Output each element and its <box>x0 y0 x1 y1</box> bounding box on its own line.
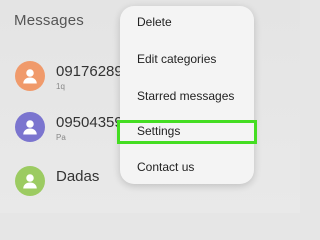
settings-highlight-box <box>117 120 257 144</box>
conversation-name: 09504359 <box>56 114 123 131</box>
contact-avatar-icon <box>15 166 45 196</box>
menu-item-delete[interactable]: Delete <box>120 7 254 37</box>
contact-avatar-icon <box>15 61 45 91</box>
overflow-menu: Delete Edit categories Starred messages … <box>120 6 254 184</box>
menu-item-edit-categories[interactable]: Edit categories <box>120 44 254 74</box>
menu-item-label: Delete <box>137 15 172 29</box>
menu-item-label: Starred messages <box>137 89 235 103</box>
conversation-name: Dadas <box>56 168 100 185</box>
menu-item-contact-us[interactable]: Contact us <box>120 152 254 182</box>
conversation-preview: Pa <box>56 133 66 142</box>
conversation-preview: 1q <box>56 82 65 91</box>
conversation-name: 09176289 <box>56 63 123 80</box>
menu-item-label: Edit categories <box>137 52 217 66</box>
menu-item-starred-messages[interactable]: Starred messages <box>120 81 254 111</box>
messages-screen: Messages 09176289 1q 09504359 Pa Dadas D… <box>0 0 300 213</box>
menu-item-label: Contact us <box>137 160 195 174</box>
page-title: Messages <box>14 12 84 29</box>
contact-avatar-icon <box>15 112 45 142</box>
